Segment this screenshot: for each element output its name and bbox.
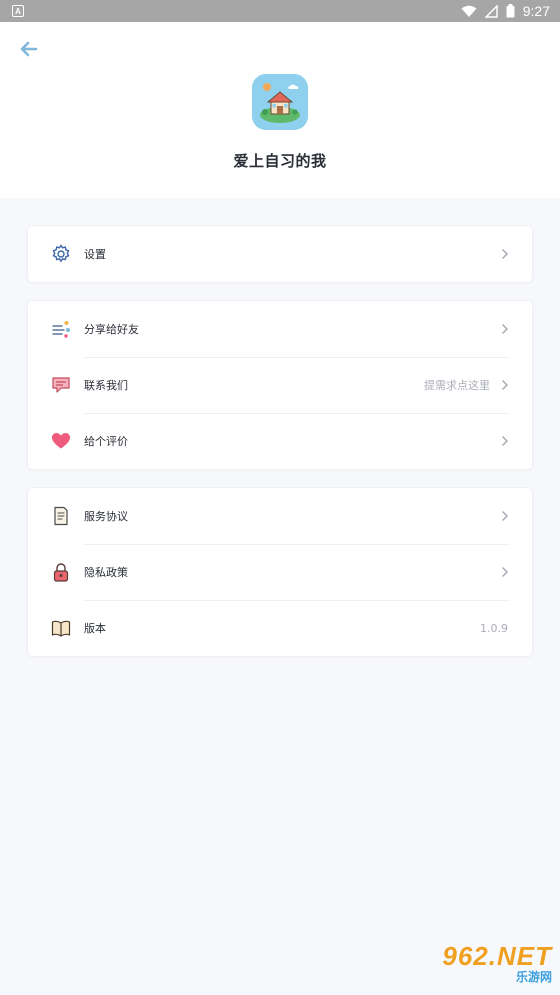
rate-row[interactable]: 给个评价 (28, 413, 532, 469)
gear-icon (52, 244, 70, 263)
arrow-left-icon (20, 41, 38, 57)
battery-icon (506, 4, 515, 18)
share-label: 分享给好友 (84, 323, 139, 336)
chevron-right-icon (500, 565, 510, 579)
terms-row[interactable]: 服务协议 (28, 488, 532, 544)
about-group: 服务协议 隐私政策 版本 1.0.9 (28, 488, 532, 656)
site-watermark: 962.NET 乐游网 (442, 941, 552, 985)
version-number: 1.0.9 (480, 621, 508, 635)
status-bar: A 9:27 (0, 0, 560, 22)
privacy-row[interactable]: 隐私政策 (28, 544, 532, 600)
document-icon (54, 506, 68, 526)
privacy-label: 隐私政策 (84, 566, 128, 579)
settings-row[interactable]: 设置 (28, 226, 532, 282)
settings-group: 设置 (28, 226, 532, 282)
terms-label: 服务协议 (84, 510, 128, 523)
chevron-right-icon (500, 509, 510, 523)
house-app-icon (252, 74, 308, 130)
heart-icon (52, 433, 70, 449)
chevron-right-icon (500, 322, 510, 336)
share-icon (52, 321, 70, 338)
profile-header: 爱上自习的我 (0, 22, 560, 198)
status-time: 9:27 (522, 3, 550, 19)
back-button[interactable] (16, 36, 42, 62)
chevron-right-icon (500, 378, 510, 392)
version-label: 版本 (84, 622, 106, 635)
notification-badge-icon: A (12, 5, 24, 17)
contact-label: 联系我们 (84, 379, 128, 392)
social-group: 分享给好友 联系我们 提需求点这里 给个评价 (28, 301, 532, 469)
watermark-bottom: 乐游网 (515, 970, 552, 984)
signal-icon (484, 4, 498, 18)
chevron-right-icon (500, 434, 510, 448)
chat-bubble-icon (52, 377, 70, 393)
app-logo (252, 74, 308, 130)
book-icon (51, 620, 71, 637)
profile-title: 爱上自习的我 (233, 152, 327, 170)
rate-label: 给个评价 (84, 435, 128, 448)
settings-label: 设置 (84, 248, 106, 261)
contact-hint: 提需求点这里 (424, 379, 490, 392)
wifi-icon (461, 5, 477, 17)
lock-icon (53, 563, 69, 582)
version-row: 版本 1.0.9 (28, 600, 532, 656)
share-row[interactable]: 分享给好友 (28, 301, 532, 357)
chevron-right-icon (500, 247, 510, 261)
contact-row[interactable]: 联系我们 提需求点这里 (28, 357, 532, 413)
